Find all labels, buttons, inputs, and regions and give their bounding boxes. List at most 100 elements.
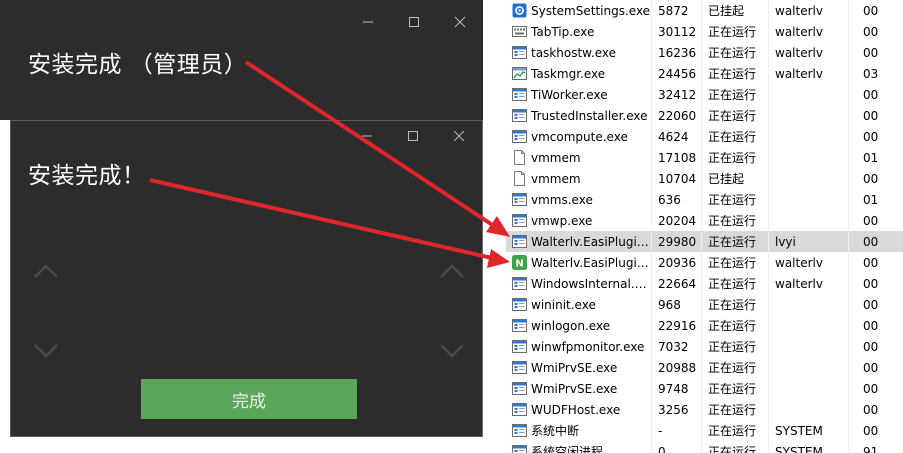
process-row[interactable]: winwfpmonitor.exe 7032 正在运行 00	[506, 336, 903, 357]
process-user	[769, 315, 849, 336]
process-name-cell: vmwp.exe	[506, 210, 652, 231]
process-row[interactable]: SystemSettings.exe 5872 已挂起 walterlv 00	[506, 0, 903, 21]
process-list: SystemSettings.exe 5872 已挂起 walterlv 00 TabTi…	[506, 0, 903, 453]
process-name: WindowsInternal.C...	[531, 276, 651, 291]
chevron-up-icon[interactable]	[439, 263, 465, 279]
process-status: 正在运行	[702, 63, 769, 84]
process-row[interactable]: WmiPrvSE.exe 9748 正在运行 00	[506, 378, 903, 399]
process-row[interactable]: 系统空闲进程 0 正在运行 SYSTEM 91	[506, 441, 903, 453]
window-icon	[512, 360, 527, 375]
process-status: 正在运行	[702, 210, 769, 231]
chevron-up-icon[interactable]	[33, 263, 59, 279]
window-icon	[512, 45, 527, 60]
process-pid: 10704	[652, 168, 702, 189]
process-pid: 16236	[652, 42, 702, 63]
process-name-cell: vmmem	[506, 168, 652, 189]
process-name-cell: TiWorker.exe	[506, 84, 652, 105]
window-icon	[512, 213, 527, 228]
close-icon[interactable]	[437, 0, 483, 44]
process-user	[769, 189, 849, 210]
svg-text:N: N	[515, 259, 523, 270]
chevron-down-icon[interactable]	[33, 343, 59, 359]
process-name: winwfpmonitor.exe	[531, 339, 645, 354]
process-pid: 20988	[652, 357, 702, 378]
process-row[interactable]: vmwp.exe 20204 正在运行 00	[506, 210, 903, 231]
process-row[interactable]: Walterlv.EasiPlugin... 29980 正在运行 lvyi 00	[506, 231, 903, 252]
process-status: 正在运行	[702, 147, 769, 168]
process-pid: 0	[652, 441, 702, 453]
process-name-cell: Walterlv.EasiPlugin...	[506, 231, 652, 252]
done-button[interactable]: 完成	[141, 379, 357, 419]
process-name-cell: WUDFHost.exe	[506, 399, 652, 420]
process-pid: 20204	[652, 210, 702, 231]
minimize-icon[interactable]	[345, 0, 391, 44]
maximize-icon[interactable]	[390, 121, 436, 151]
process-name: TabTip.exe	[531, 24, 595, 39]
chevron-down-icon[interactable]	[439, 343, 465, 359]
close-icon[interactable]	[436, 121, 482, 151]
process-row[interactable]: WUDFHost.exe 3256 正在运行 00	[506, 399, 903, 420]
process-name: winlogon.exe	[531, 318, 611, 333]
process-pid: 22060	[652, 105, 702, 126]
process-name: WmiPrvSE.exe	[531, 381, 618, 396]
process-name: TiWorker.exe	[531, 87, 608, 102]
process-status: 已挂起	[702, 168, 769, 189]
process-row[interactable]: WmiPrvSE.exe 20988 正在运行 00	[506, 357, 903, 378]
process-cpu: 00	[863, 129, 879, 144]
process-status: 正在运行	[702, 357, 769, 378]
process-name-cell: wininit.exe	[506, 294, 652, 315]
process-cpu: 00	[863, 381, 879, 396]
process-user: walterlv	[769, 63, 849, 84]
process-name: taskhostw.exe	[531, 45, 616, 60]
process-name-cell: WindowsInternal.C...	[506, 273, 652, 294]
process-user: walterlv	[769, 42, 849, 63]
process-name-cell: 系统空闲进程	[506, 441, 652, 453]
process-row[interactable]: 系统中断 - 正在运行 SYSTEM 00	[506, 420, 903, 441]
process-row[interactable]: vmmem 10704 已挂起 00	[506, 168, 903, 189]
process-name-cell: WmiPrvSE.exe	[506, 357, 652, 378]
process-user	[769, 294, 849, 315]
process-cpu: 00	[863, 360, 879, 375]
process-cpu: 01	[863, 192, 879, 207]
process-cpu: 00	[863, 171, 879, 186]
process-row[interactable]: TrustedInstaller.exe 22060 正在运行 00	[506, 105, 903, 126]
process-row[interactable]: N Walterlv.EasiPlugin... 20936 正在运行 walterlv…	[506, 252, 903, 273]
process-row[interactable]: wininit.exe 968 正在运行 00	[506, 294, 903, 315]
process-row[interactable]: Taskmgr.exe 24456 正在运行 walterlv 03	[506, 63, 903, 84]
process-user	[769, 168, 849, 189]
process-row[interactable]: vmms.exe 636 正在运行 01	[506, 189, 903, 210]
process-cpu: 00	[863, 423, 879, 438]
process-row[interactable]: TiWorker.exe 32412 正在运行 00	[506, 84, 903, 105]
process-user	[769, 336, 849, 357]
process-name: vmcompute.exe	[531, 129, 628, 144]
process-name-cell: Taskmgr.exe	[506, 63, 652, 84]
app-n-icon: N	[512, 255, 527, 270]
window-icon	[512, 402, 527, 417]
maximize-icon[interactable]	[391, 0, 437, 44]
window-icon	[512, 234, 527, 249]
process-row[interactable]: TabTip.exe 30112 正在运行 walterlv 00	[506, 21, 903, 42]
process-name: 系统中断	[531, 424, 580, 438]
process-name-cell: TabTip.exe	[506, 21, 652, 42]
process-row[interactable]: winlogon.exe 22916 正在运行 00	[506, 315, 903, 336]
task-manager-icon	[512, 66, 527, 81]
process-pid: 32412	[652, 84, 702, 105]
process-row[interactable]: vmcompute.exe 4624 正在运行 00	[506, 126, 903, 147]
process-name: Taskmgr.exe	[531, 66, 606, 81]
process-status: 正在运行	[702, 273, 769, 294]
process-cpu: 00	[863, 402, 879, 417]
process-row[interactable]: vmmem 17108 正在运行 01	[506, 147, 903, 168]
process-user	[769, 105, 849, 126]
process-status: 正在运行	[702, 42, 769, 63]
process-cpu: 00	[863, 87, 879, 102]
minimize-icon[interactable]	[344, 121, 390, 151]
process-name-cell: taskhostw.exe	[506, 42, 652, 63]
process-user: SYSTEM	[769, 441, 849, 453]
process-row[interactable]: WindowsInternal.C... 22664 正在运行 walterlv 00	[506, 273, 903, 294]
window-title: 安装完成 （管理员）	[28, 52, 248, 78]
window-icon	[512, 339, 527, 354]
process-row[interactable]: taskhostw.exe 16236 正在运行 walterlv 00	[506, 42, 903, 63]
process-status: 正在运行	[702, 378, 769, 399]
caption-buttons	[345, 0, 483, 44]
gear-icon	[512, 3, 527, 18]
